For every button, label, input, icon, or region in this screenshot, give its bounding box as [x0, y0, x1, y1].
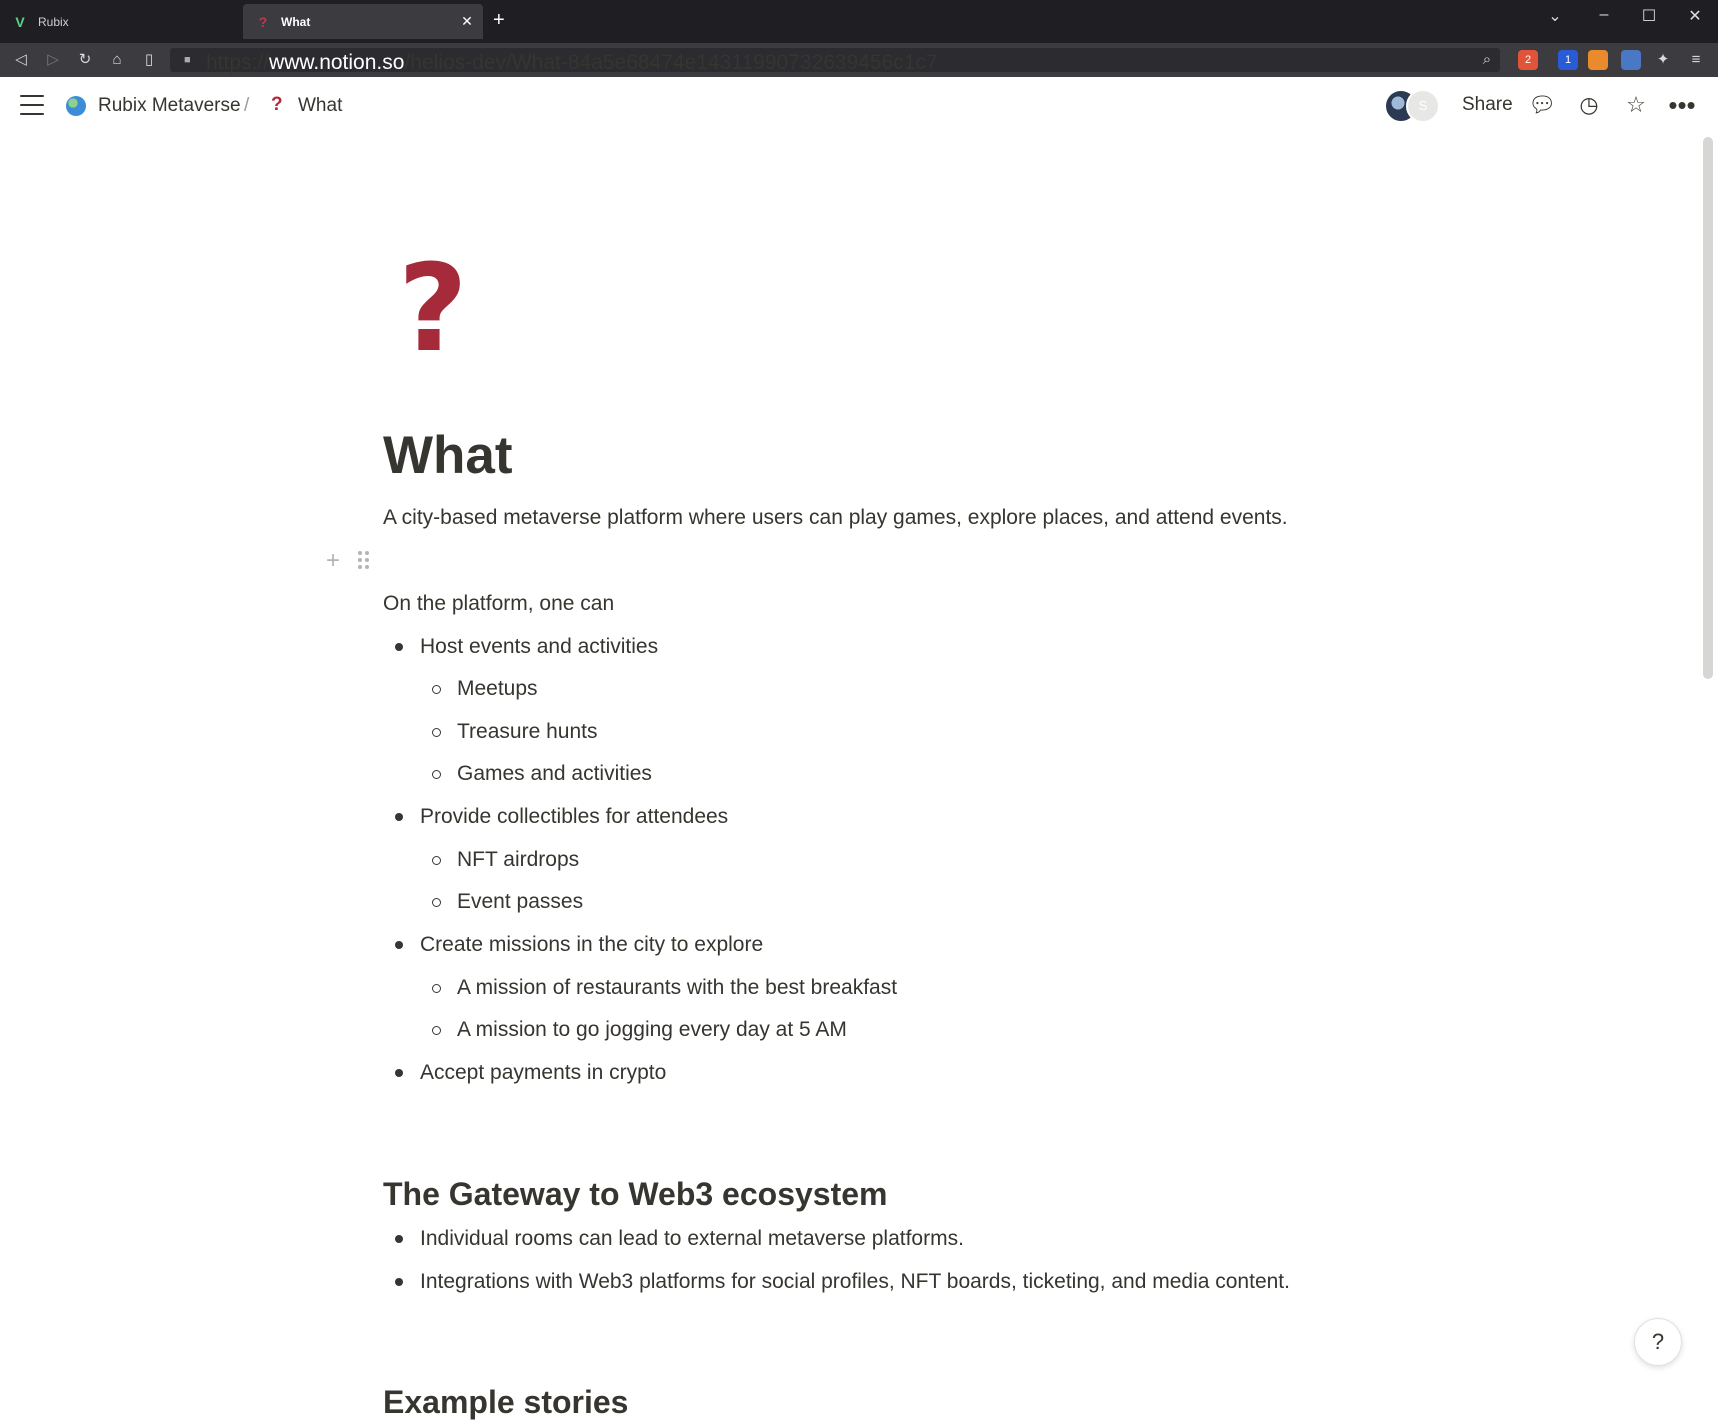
- list-item[interactable]: Create missions in the city to explore: [420, 930, 763, 960]
- list-item[interactable]: Provide collectibles for attendees: [420, 802, 728, 832]
- sidebar-toggle-icon[interactable]: [20, 95, 44, 115]
- reload-icon[interactable]: ↻: [74, 49, 96, 71]
- bookmark-icon[interactable]: ▯: [138, 49, 160, 71]
- list-item[interactable]: Host events and activities: [420, 632, 658, 662]
- bullet-dot: [395, 1278, 403, 1286]
- page-subtitle[interactable]: A city-based metaverse platform where us…: [383, 503, 1288, 533]
- breadcrumb-what[interactable]: What: [298, 95, 342, 117]
- add-block-icon[interactable]: +: [326, 547, 340, 575]
- bullet-circle: [432, 685, 441, 694]
- metamask-icon[interactable]: [1588, 50, 1608, 70]
- list-item[interactable]: A mission to go jogging every day at 5 A…: [457, 1015, 847, 1045]
- list-item[interactable]: Games and activities: [457, 759, 652, 789]
- url-field[interactable]: ■ https://www.notion.so/helios-dev/What-…: [170, 48, 1500, 74]
- tab-rubix[interactable]: V Rubix: [0, 4, 242, 39]
- bullet-circle: [432, 1026, 441, 1035]
- url-text: https://www.notion.so/helios-dev/What-84…: [206, 48, 938, 78]
- close-tab-icon[interactable]: ✕: [459, 13, 475, 29]
- list-item[interactable]: Individual rooms can lead to external me…: [420, 1224, 964, 1254]
- bullet-circle: [432, 728, 441, 737]
- list-item[interactable]: Meetups: [457, 674, 538, 704]
- section-heading[interactable]: The Gateway to Web3 ecosystem: [383, 1172, 887, 1216]
- bullet-dot: [395, 643, 403, 651]
- bullet-circle: [432, 898, 441, 907]
- list-item[interactable]: Treasure hunts: [457, 717, 597, 747]
- url-scheme: https://: [206, 51, 270, 74]
- zoom-icon[interactable]: ⌕: [1476, 49, 1498, 71]
- wallet-extension-icon[interactable]: [1621, 50, 1641, 70]
- minimize-icon[interactable]: –: [1589, 6, 1619, 24]
- new-tab-icon[interactable]: +: [493, 10, 505, 30]
- list-item[interactable]: Event passes: [457, 887, 583, 917]
- help-button[interactable]: ?: [1634, 1318, 1682, 1366]
- tab-what[interactable]: ? What ✕: [243, 4, 483, 39]
- history-clock-icon[interactable]: ◷: [1575, 91, 1603, 119]
- url-path: /helios-dev/What-84a5e68474e143119907326…: [404, 51, 938, 74]
- puzzle-extensions-icon[interactable]: ✦: [1652, 49, 1674, 71]
- maximize-icon[interactable]: ☐: [1634, 6, 1664, 26]
- list-item[interactable]: Integrations with Web3 platforms for soc…: [420, 1267, 1290, 1297]
- browser-tab-strip: V Rubix ? What ✕ + ⌄ – ☐ ✕: [0, 0, 1718, 43]
- back-icon[interactable]: ◁: [10, 49, 32, 71]
- bullet-circle: [432, 984, 441, 993]
- tab-title: What: [281, 14, 311, 29]
- page-title[interactable]: What: [383, 424, 513, 488]
- bullet-dot: [395, 813, 403, 821]
- lock-icon: ■: [184, 54, 191, 66]
- bullet-dot: [395, 1069, 403, 1077]
- list-item[interactable]: A mission of restaurants with the best b…: [457, 973, 897, 1003]
- list-item[interactable]: NFT airdrops: [457, 845, 579, 875]
- home-icon[interactable]: ⌂: [106, 49, 128, 71]
- section-heading-partial[interactable]: Example stories: [383, 1380, 628, 1424]
- globe-icon: [66, 96, 86, 116]
- browser-address-bar: ◁ ▷ ↻ ⌂ ▯ ■ https://www.notion.so/helios…: [0, 43, 1718, 77]
- bullet-dot: [395, 1235, 403, 1243]
- list-item[interactable]: Accept payments in crypto: [420, 1058, 666, 1088]
- comments-icon[interactable]: 💬︎: [1528, 91, 1556, 119]
- tab-title: Rubix: [38, 14, 69, 29]
- question-icon: ?: [271, 94, 283, 115]
- red-question-icon: ?: [258, 13, 268, 30]
- url-host: www.notion.so: [269, 51, 405, 74]
- forward-icon[interactable]: ▷: [42, 49, 64, 71]
- drag-handle-icon[interactable]: [357, 549, 371, 573]
- favorite-star-icon[interactable]: ☆: [1622, 91, 1650, 119]
- breadcrumb-separator: /: [244, 95, 250, 116]
- tab-list-chevron-icon[interactable]: ⌄: [1540, 6, 1570, 26]
- vivaldi-v-icon: V: [15, 13, 25, 30]
- extension-badge: 1: [1564, 54, 1572, 66]
- brave-shield-icon[interactable]: 2: [1518, 50, 1538, 70]
- notion-topbar: Rubix Metaverse / ? What S Share 💬︎ ◷ ☆ …: [0, 77, 1718, 135]
- bullet-dot: [395, 941, 403, 949]
- intro-text[interactable]: On the platform, one can: [383, 589, 614, 619]
- breadcrumb-rubix-metaverse[interactable]: Rubix Metaverse: [98, 95, 241, 117]
- scrollbar[interactable]: [1703, 137, 1713, 679]
- avatar-secondary[interactable]: S: [1406, 89, 1440, 123]
- more-options-icon[interactable]: •••: [1668, 91, 1696, 119]
- extension-icon[interactable]: 1: [1558, 50, 1578, 70]
- share-button[interactable]: Share: [1462, 94, 1513, 116]
- close-window-icon[interactable]: ✕: [1680, 6, 1710, 26]
- menu-icon[interactable]: ≡: [1685, 49, 1707, 71]
- bullet-circle: [432, 770, 441, 779]
- page-icon[interactable]: ?: [398, 250, 468, 370]
- brave-badge: 2: [1524, 54, 1532, 66]
- bullet-circle: [432, 856, 441, 865]
